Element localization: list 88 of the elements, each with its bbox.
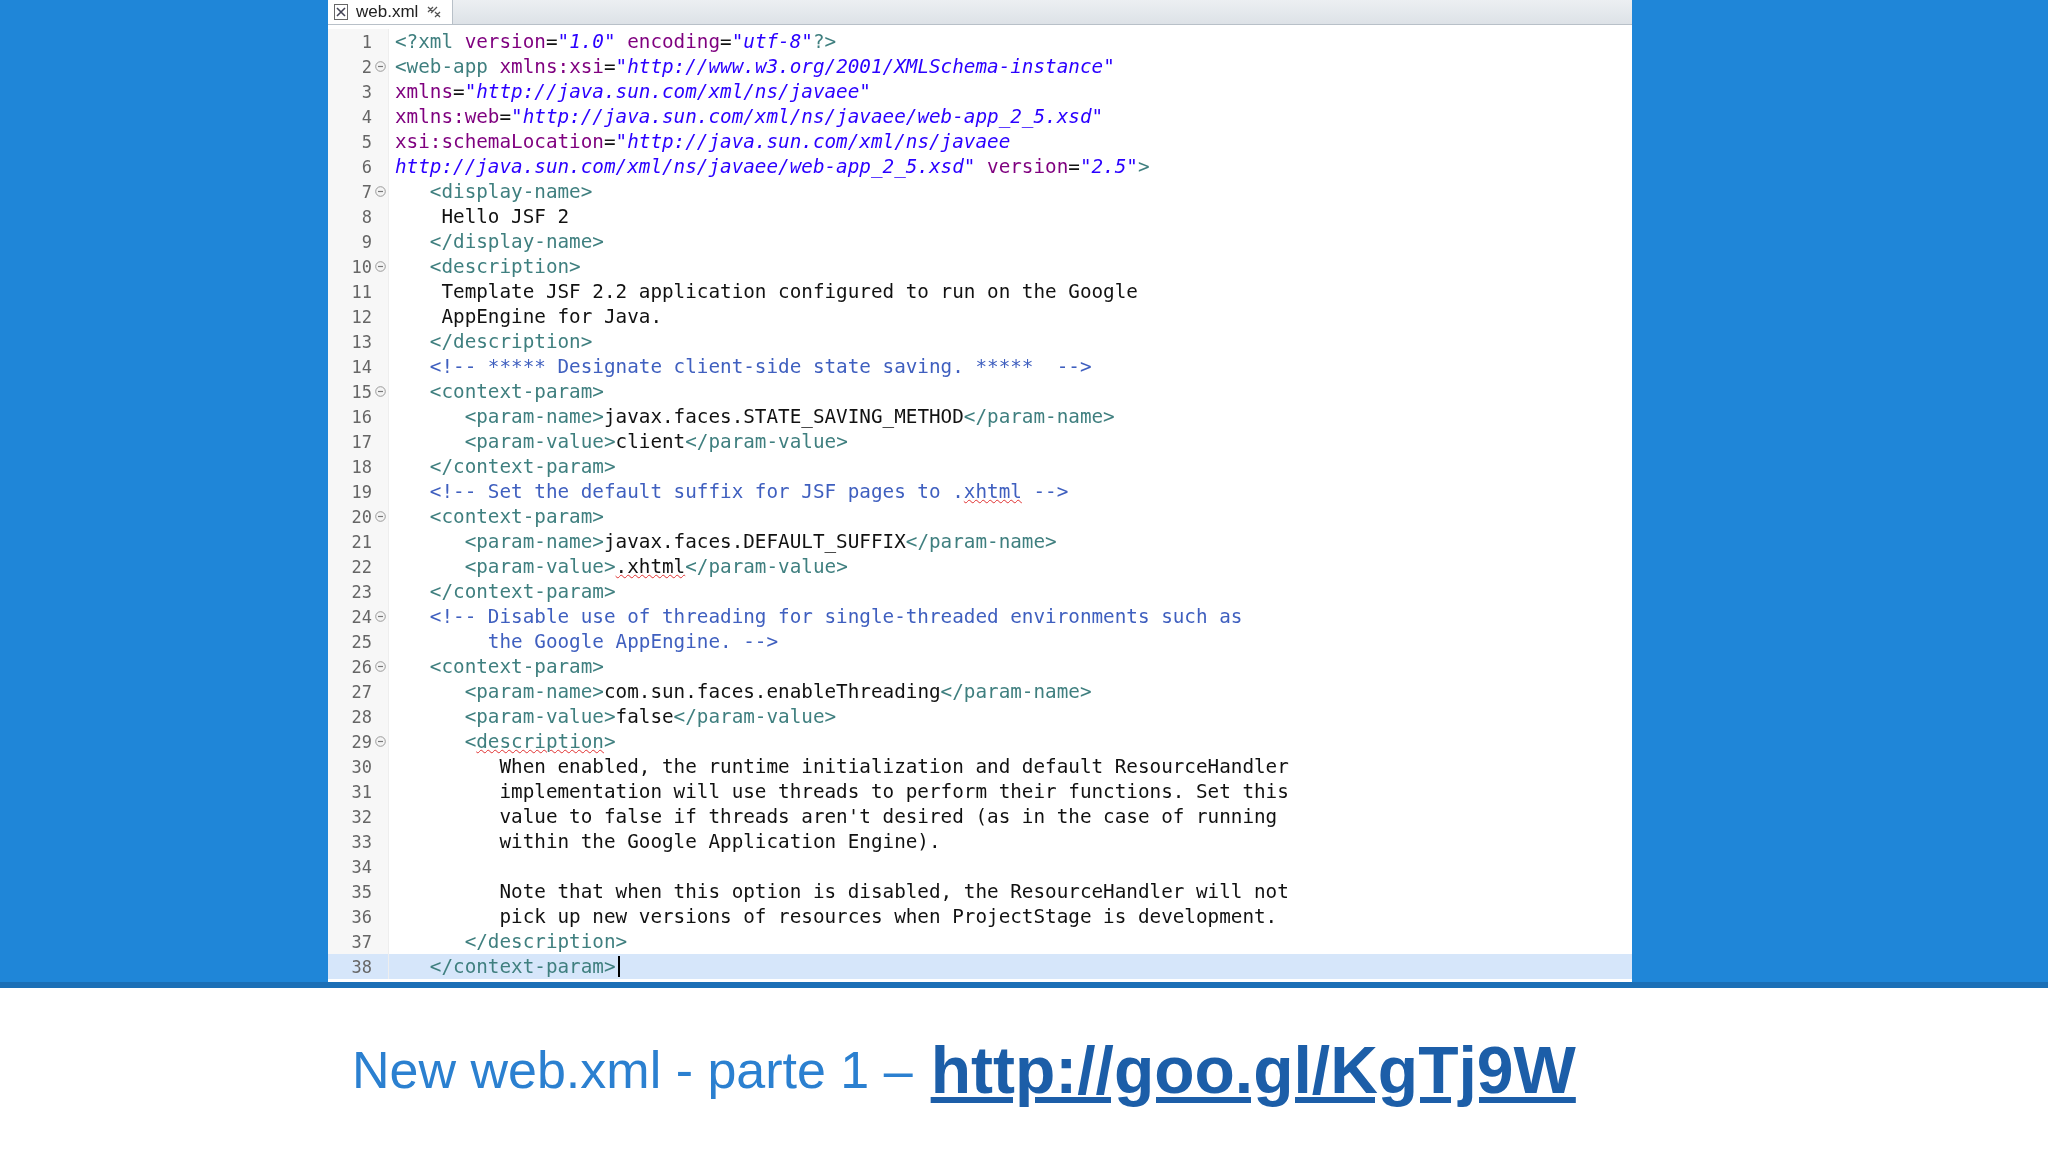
line-number: 30 [351,756,372,777]
collapse-icon[interactable] [374,186,386,197]
line-number: 3 [361,81,372,102]
line-number: 32 [351,806,372,827]
code-line: </context-param> [395,955,620,978]
code-line: </context-param> [428,580,616,603]
code-line: xmlns="http://java.sun.com/xml/ns/javaee" [395,80,871,103]
slide-caption: New web.xml - parte 1 – [352,1040,913,1100]
code-line: </description> [463,930,628,953]
code-line: the Google AppEngine. --> [486,630,779,653]
line-number: 6 [361,156,372,177]
line-number: 38 [351,956,372,977]
line-number: 5 [361,131,372,152]
collapse-icon[interactable] [374,386,386,397]
code-line: <context-param> [428,505,604,528]
line-number: 35 [351,881,372,902]
code-line: </description> [428,330,593,353]
line-number: 19 [351,481,372,502]
line-number: 25 [351,631,372,652]
code-line: Hello JSF 2 [440,205,570,228]
line-number: 29 [351,731,372,752]
line-number: 15 [351,381,372,402]
line-number: 8 [361,206,372,227]
collapse-icon[interactable] [374,511,386,522]
line-number: 37 [351,931,372,952]
collapse-icon[interactable] [374,661,386,672]
line-number: 18 [351,456,372,477]
code-line: within the Google Application Engine). [498,830,941,853]
code-line: <context-param> [428,380,604,403]
code-line: When enabled, the runtime initialization and default ResourceHandler [498,755,1289,778]
code-line: <web-app xmlns:xsi="http://www.w3.org/2001/XMLSchema-instance" [395,55,1115,78]
line-number: 20 [351,506,372,527]
code-line: <param-value>false</param-value> [463,705,837,728]
line-number: 14 [351,356,372,377]
code-line: <param-value>.xhtml</param-value> [463,555,848,578]
code-line: </context-param> [428,455,616,478]
line-number: 31 [351,781,372,802]
line-number: 1 [361,31,372,52]
collapse-icon[interactable] [374,61,386,72]
line-number: 7 [361,181,372,202]
collapse-icon[interactable] [374,611,386,622]
caption-link[interactable]: http://goo.gl/KgTj9W [930,1032,1576,1108]
close-icon[interactable] [426,5,443,19]
code-line: </display-name> [428,230,604,253]
line-number: 24 [351,606,372,627]
code-line: <!-- Disable use of threading for single-threaded environments such as [428,605,1243,628]
code-line: <?xml version="1.0" encoding="utf-8"?> [395,30,837,53]
code-line: <param-name>javax.faces.DEFAULT_SUFFIX</param-name> [463,530,1057,553]
file-tab[interactable]: web.xml [328,0,454,24]
line-number: 13 [351,331,372,352]
line-number: 27 [351,681,372,702]
line-number: 9 [361,231,372,252]
line-number: 11 [351,281,372,302]
code-line: AppEngine for Java. [440,305,662,328]
line-number: 12 [351,306,372,327]
code-line: <display-name> [428,180,593,203]
code-line: value to false if threads aren't desired (as in the case of running [498,805,1278,828]
line-number: 2 [361,56,372,77]
code-line: <context-param> [428,655,604,678]
xml-file-icon [334,4,348,20]
line-number: 34 [351,856,372,877]
code-line: pick up new versions of resources when ProjectStage is development. [498,905,1278,928]
line-number: 33 [351,831,372,852]
code-line: <!-- ***** Designate client-side state saving. ***** --> [428,355,1092,378]
code-line: xsi:schemaLocation="http://java.sun.com/xml/ns/javaee [395,130,1011,153]
line-number: 16 [351,406,372,427]
line-number: 23 [351,581,372,602]
collapse-icon[interactable] [374,261,386,272]
line-number: 4 [361,106,372,127]
code-line: xmlns:web="http://java.sun.com/xml/ns/javaee/web-app_2_5.xsd" [395,105,1104,128]
code-line: <param-name>com.sun.faces.enableThreading</param-name> [463,680,1092,703]
code-line: implementation will use threads to perform their functions. Set this [498,780,1289,803]
code-line: Template JSF 2.2 application configured to run on the Google [440,280,1138,303]
line-number: 26 [351,656,372,677]
line-number: 36 [351,906,372,927]
code-line: http://java.sun.com/xml/ns/javaee/web-app_2_5.xsd" version="2.5"> [395,155,1150,178]
collapse-icon[interactable] [374,736,386,747]
line-number: 22 [351,556,372,577]
line-number: 28 [351,706,372,727]
line-number: 21 [351,531,372,552]
line-number: 10 [351,256,372,277]
code-line: <!-- Set the default suffix for JSF pages to .xhtml --> [428,480,1069,503]
code-line: <param-name>javax.faces.STATE_SAVING_METHOD</param-name> [463,405,1115,428]
code-line: Note that when this option is disabled, the ResourceHandler will not [498,880,1289,903]
line-number: 17 [351,431,372,452]
code-line: <param-value>client</param-value> [463,430,848,453]
code-line: <description> [463,730,616,753]
code-line: <description> [428,255,581,278]
